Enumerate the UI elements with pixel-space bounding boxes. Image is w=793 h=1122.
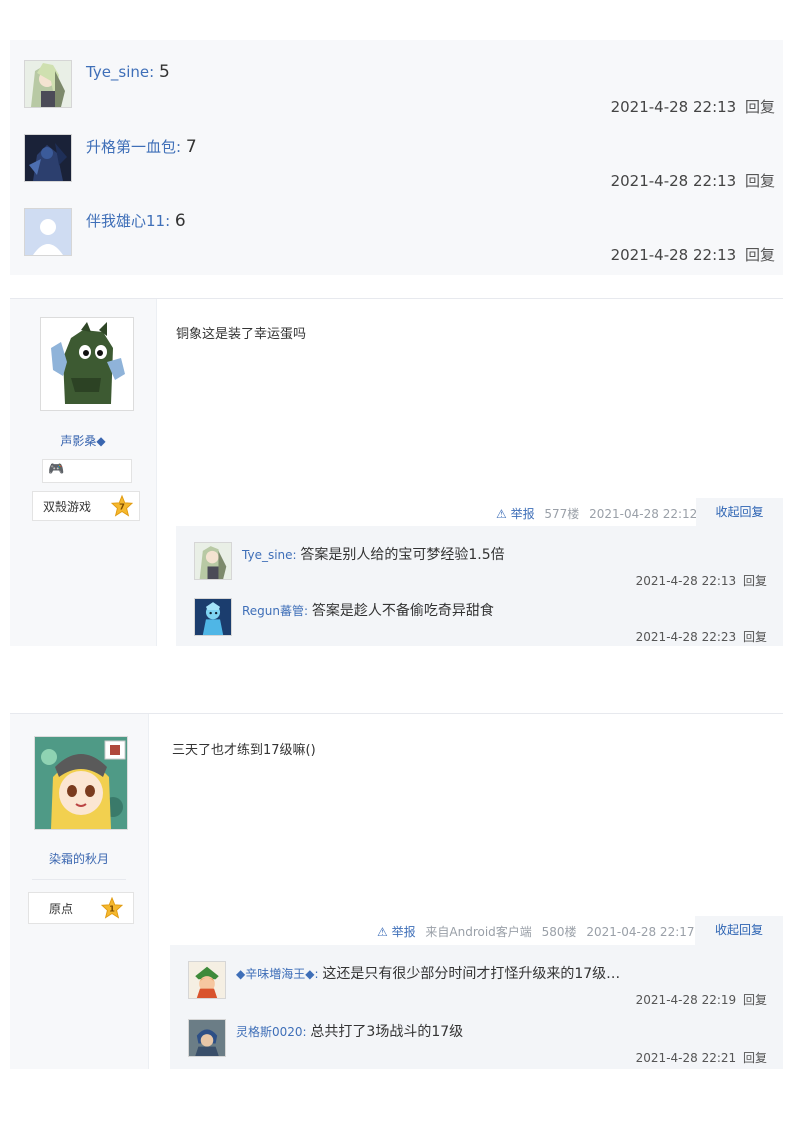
- username-link[interactable]: 升格第一血包: [86, 138, 176, 156]
- reply-meta: 2021-4-28 22:13 回复: [611, 244, 775, 265]
- sub-reply-box: ◆辛味増海王◆: 这还是只有很少部分时间才打怪升级来的17级… 2021-4-2…: [170, 945, 783, 1069]
- avatar[interactable]: [24, 60, 72, 108]
- level-badge[interactable]: 双殼游戏 7: [32, 491, 140, 521]
- username-link[interactable]: 灵格斯0020: [236, 1025, 303, 1039]
- timestamp: 2021-4-28 22:21: [635, 1051, 737, 1065]
- reply-text: 总共打了3场战斗的17级: [310, 1024, 464, 1040]
- reply-text: 答案是别人给的宝可梦经验1.5倍: [300, 547, 505, 563]
- post-content: 三天了也才练到17级嘛(): [172, 743, 316, 758]
- collapse-replies-button[interactable]: 收起回复: [695, 916, 783, 945]
- reply-list-top: Tye_sine: 5 2021-4-28 22:13 回复 升格第一血包: 7…: [10, 40, 783, 275]
- sub-reply-line: Regun蕃管: 答案是趁人不备偷吃奇异甜食: [242, 600, 494, 620]
- author-panel: 染霜的秋月 原点 1: [10, 714, 149, 1069]
- post-footer: ⚠ 举报 来自Android客户端 580楼 2021-04-28 22:17: [377, 923, 695, 940]
- separator: :: [304, 604, 312, 618]
- avatar[interactable]: [24, 208, 72, 256]
- reply-meta: 2021-4-28 22:21 回复: [636, 1049, 767, 1066]
- reply-meta: 2021-4-28 22:23 回复: [636, 628, 767, 645]
- reply-link[interactable]: 回复: [743, 574, 767, 588]
- reply-meta: 2021-4-28 22:19 回复: [636, 991, 767, 1008]
- sub-reply-line: Tye_sine: 答案是别人给的宝可梦经验1.5倍: [242, 544, 505, 564]
- level-number: 7: [119, 502, 125, 512]
- post-content: 铜象这是装了幸运蛋吗: [176, 327, 307, 342]
- list-item: Tye_sine: 5 2021-4-28 22:13 回复: [10, 40, 783, 116]
- timestamp: 2021-4-28 22:13: [610, 246, 737, 264]
- reply-meta: 2021-4-28 22:13 回复: [636, 572, 767, 589]
- floor-number: 577楼: [544, 507, 580, 521]
- timestamp: 2021-4-28 22:23: [635, 630, 737, 644]
- sub-reply-line: ◆辛味増海王◆: 这还是只有很少部分时间才打怪升级来的17级…: [236, 963, 620, 983]
- reply-line: 升格第一血包: 7: [86, 136, 197, 157]
- divider: [32, 879, 126, 880]
- level-star-icon: 7: [111, 495, 133, 517]
- avatar[interactable]: [24, 134, 72, 182]
- separator: :: [149, 63, 159, 81]
- post-footer: ⚠ 举报 577楼 2021-04-28 22:12: [496, 505, 697, 522]
- list-item: ◆辛味増海王◆: 这还是只有很少部分时间才打怪升级来的17级… 2021-4-2…: [170, 953, 783, 1009]
- report-link[interactable]: ⚠ 举报: [496, 507, 535, 521]
- author-name[interactable]: 声影桑◆: [10, 432, 156, 449]
- reply-text: 5: [158, 62, 170, 82]
- reply-text: 7: [185, 137, 197, 157]
- level-number: 1: [109, 904, 115, 914]
- list-item: Tye_sine: 答案是别人给的宝可梦经验1.5倍 2021-4-28 22:…: [176, 534, 783, 590]
- username-link[interactable]: 伴我雄心11: [86, 212, 165, 230]
- badge-name: 原点: [49, 902, 74, 916]
- reply-text: 这还是只有很少部分时间才打怪升级来的17级…: [322, 966, 621, 982]
- reply-link[interactable]: 回复: [745, 246, 775, 264]
- separator: :: [176, 138, 186, 156]
- report-link[interactable]: ⚠ 举报: [377, 925, 416, 939]
- username-link[interactable]: ◆辛味増海王◆: [236, 967, 314, 981]
- post-source: 来自Android客户端: [425, 925, 532, 939]
- author-panel: 声影桑◆ 🎮 双殼游戏 7: [10, 299, 157, 646]
- separator: :: [165, 212, 175, 230]
- level-star-icon: 1: [101, 897, 123, 919]
- reply-link[interactable]: 回复: [743, 993, 767, 1007]
- avatar[interactable]: [194, 542, 232, 580]
- list-item: 灵格斯0020: 总共打了3场战斗的17级 2021-4-28 22:21 回复: [170, 1011, 783, 1067]
- avatar[interactable]: [194, 598, 232, 636]
- timestamp: 2021-4-28 22:13: [635, 574, 737, 588]
- reply-line: Tye_sine: 5: [86, 62, 170, 82]
- avatar[interactable]: [34, 736, 128, 830]
- post-time: 2021-04-28 22:17: [586, 925, 695, 939]
- post-577: 声影桑◆ 🎮 双殼游戏 7 铜象这是装了幸运蛋吗 ⚠ 举报 577楼 2021-…: [10, 298, 783, 646]
- post-580: 染霜的秋月 原点 1 三天了也才练到17级嘛() ⚠ 举报 来自Android客…: [10, 713, 783, 1069]
- level-badge[interactable]: 原点 1: [28, 892, 134, 924]
- badge-name: 双殼游戏: [43, 500, 92, 514]
- timestamp: 2021-4-28 22:19: [635, 993, 737, 1007]
- reply-link[interactable]: 回复: [743, 1051, 767, 1065]
- username-link[interactable]: Tye_sine: [242, 548, 293, 562]
- sub-reply-box: Tye_sine: 答案是别人给的宝可梦经验1.5倍 2021-4-28 22:…: [176, 526, 783, 646]
- username-link[interactable]: Regun蕃管: [242, 604, 304, 618]
- post-time: 2021-04-28 22:12: [589, 507, 698, 521]
- reply-text: 6: [174, 211, 186, 231]
- list-item: 升格第一血包: 7 2021-4-28 22:13 回复: [10, 114, 783, 190]
- avatar[interactable]: [188, 961, 226, 999]
- username-link[interactable]: Tye_sine: [86, 63, 149, 81]
- avatar[interactable]: [40, 317, 134, 411]
- sub-reply-line: 灵格斯0020: 总共打了3场战斗的17级: [236, 1021, 463, 1041]
- gamepad-icon: 🎮: [48, 462, 65, 477]
- author-name[interactable]: 染霜的秋月: [10, 850, 148, 867]
- list-item: Regun蕃管: 答案是趁人不备偷吃奇异甜食 2021-4-28 22:23 回…: [176, 590, 783, 646]
- collapse-replies-button[interactable]: 收起回复: [696, 498, 783, 526]
- reply-line: 伴我雄心11: 6: [86, 210, 186, 231]
- list-item: 伴我雄心11: 6 2021-4-28 22:13 回复: [10, 188, 783, 265]
- avatar[interactable]: [188, 1019, 226, 1057]
- floor-number: 580楼: [541, 925, 577, 939]
- author-name-text: 染霜的秋月: [48, 852, 109, 866]
- author-name-text: 声影桑◆: [60, 434, 106, 448]
- reply-text: 答案是趁人不备偷吃奇异甜食: [311, 603, 494, 619]
- reply-link[interactable]: 回复: [743, 630, 767, 644]
- game-badge: 🎮: [42, 459, 132, 483]
